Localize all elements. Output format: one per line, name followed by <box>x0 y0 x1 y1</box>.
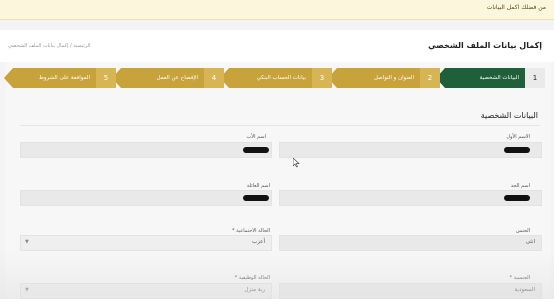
redacted-value <box>504 195 530 201</box>
employment-status-label: الحالة الوظيفية * <box>234 275 270 281</box>
step-label: الإفصاح عن العمل <box>156 75 198 81</box>
step-label: الموافقة على الشروط <box>38 75 90 81</box>
gender-field[interactable]: انثى <box>279 235 542 251</box>
section-title: البيانات الشخصية <box>480 111 538 120</box>
breadcrumb[interactable]: الرئيسية / إكمال بيانات الملف الشخصي <box>8 43 90 49</box>
chevron-down-icon: ▼ <box>25 287 29 293</box>
marital-status-label: الحالة الاجتماعية * <box>232 228 270 234</box>
first-name-field[interactable] <box>279 142 542 158</box>
nationality-label: الجنسية * <box>509 275 530 281</box>
redacted-value <box>243 195 269 201</box>
chevron-down-icon: ▼ <box>25 239 29 245</box>
step-number: 1 <box>525 68 545 88</box>
step-terms-agreement[interactable]: 5 الموافقة على الشروط <box>4 68 116 88</box>
father-name-label: اسم الأب <box>246 134 266 140</box>
family-name-field[interactable] <box>20 190 272 206</box>
step-address-contact[interactable]: 2 العنوان و التواصل <box>328 68 440 88</box>
step-number: 2 <box>420 68 440 88</box>
family-name-label: اسم العائلة <box>246 183 270 189</box>
page-header: إكمال بيانات الملف الشخصي الرئيسية / إكم… <box>0 30 554 62</box>
first-name-label: الاسم الأول <box>506 134 530 140</box>
grandfather-name-field[interactable] <box>279 190 542 206</box>
step-number: 4 <box>204 68 224 88</box>
step-label: العنوان و التواصل <box>373 75 414 81</box>
page-title: إكمال بيانات الملف الشخصي <box>428 41 542 50</box>
nationality-value: السعودية <box>514 287 535 293</box>
step-personal-info[interactable]: 1 البيانات الشخصية <box>436 68 545 88</box>
step-work-disclosure[interactable]: 4 الإفصاح عن العمل <box>112 68 224 88</box>
employment-status-value: ربة منزل <box>244 287 265 293</box>
notice-banner: من فضلك اكمل البيانات <box>0 0 554 20</box>
gender-label: الجنس <box>515 228 530 234</box>
step-label: بيانات الحساب البنكي <box>256 75 306 81</box>
marital-status-select[interactable]: ▼ أعزب <box>20 235 272 251</box>
step-label: البيانات الشخصية <box>479 75 519 81</box>
progress-stepper: 1 البيانات الشخصية 2 العنوان و التواصل 3… <box>4 68 545 88</box>
step-number: 5 <box>96 68 116 88</box>
step-number: 3 <box>312 68 332 88</box>
father-name-field[interactable] <box>20 142 272 158</box>
step-bank-account[interactable]: 3 بيانات الحساب البنكي <box>220 68 332 88</box>
redacted-value <box>504 147 530 153</box>
form-card <box>6 62 551 299</box>
mouse-cursor-icon <box>293 158 300 168</box>
notice-text: من فضلك اكمل البيانات <box>486 4 546 11</box>
gender-value: انثى <box>525 239 535 245</box>
grandfather-name-label: اسم الجد <box>510 183 530 189</box>
section-divider <box>20 125 540 126</box>
nationality-field[interactable]: السعودية <box>279 283 542 299</box>
employment-status-select[interactable]: ▼ ربة منزل <box>20 283 272 299</box>
marital-status-value: أعزب <box>251 239 265 245</box>
redacted-value <box>243 147 269 153</box>
